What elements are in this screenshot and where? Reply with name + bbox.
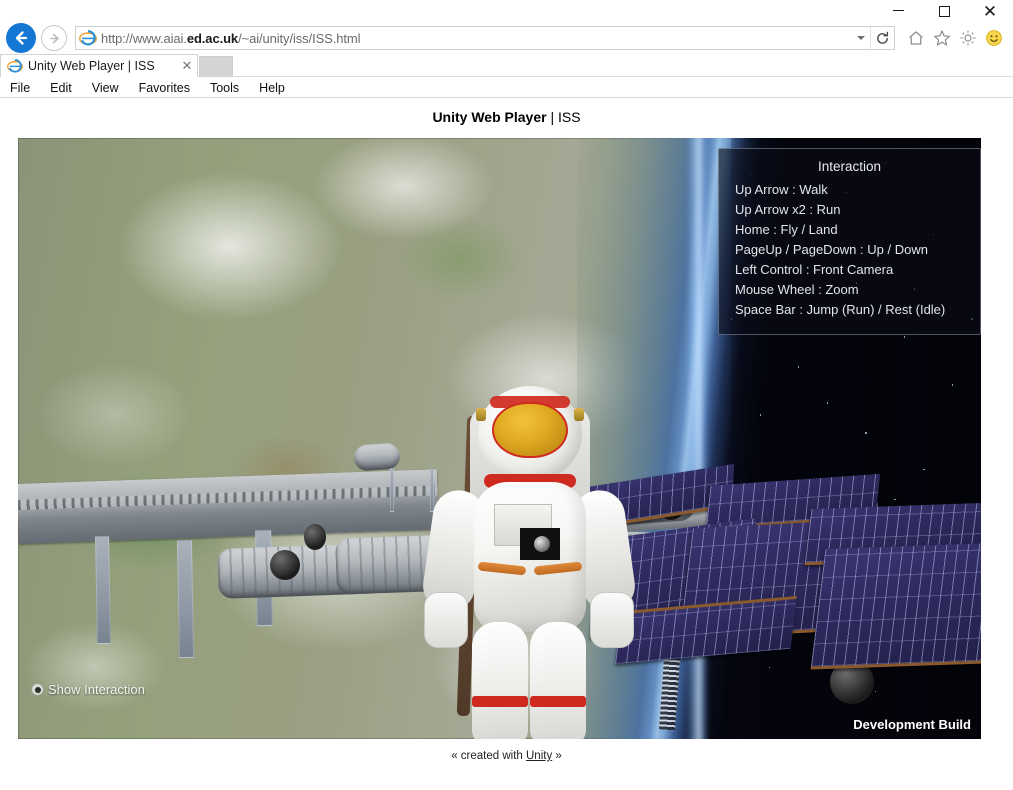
interaction-row-pageup-pagedown: PageUp / PageDown : Up / Down	[735, 242, 928, 257]
interaction-row-up-arrow-x2: Up Arrow x2 : Run	[735, 202, 841, 217]
interaction-row-home: Home : Fly / Land	[735, 222, 838, 237]
close-window-button[interactable]: ✕	[967, 0, 1013, 22]
page-content: Unity Web Player | ISS Interaction Up Ar…	[0, 99, 1013, 790]
credit-suffix: »	[552, 750, 562, 762]
menu-item-help[interactable]: Help	[249, 78, 295, 98]
unity-web-player-canvas[interactable]: Interaction Up Arrow : Walk Up Arrow x2 …	[18, 138, 981, 739]
show-interaction-label: Show Interaction	[48, 682, 145, 697]
radio-button-icon[interactable]	[31, 683, 44, 696]
created-with-unity-credit: « created with Unity »	[0, 750, 1013, 762]
astronaut-right-glove	[590, 592, 634, 648]
interaction-row-mouse-wheel: Mouse Wheel : Zoom	[735, 282, 859, 297]
new-tab-button[interactable]	[199, 56, 233, 77]
show-interaction-toggle[interactable]: Show Interaction	[31, 682, 145, 697]
menu-item-tools[interactable]: Tools	[200, 78, 249, 98]
navigation-bar: http://www.aiai.ed.ac.uk/~ai/unity/iss/I…	[0, 22, 1013, 54]
maximize-button[interactable]	[921, 0, 967, 22]
astronaut-right-leg-band	[530, 696, 586, 707]
interaction-row-up-arrow: Up Arrow : Walk	[735, 182, 828, 197]
astronaut-chest-camera	[520, 528, 560, 560]
gear-icon[interactable]	[955, 25, 981, 51]
window-controls: ✕	[875, 0, 1013, 22]
forward-arrow-icon[interactable]	[41, 25, 67, 51]
refresh-icon[interactable]	[870, 27, 894, 49]
development-build-watermark: Development Build	[853, 717, 971, 732]
interaction-row-space-bar: Space Bar : Jump (Run) / Rest (Idle)	[735, 302, 946, 317]
address-bar[interactable]: http://www.aiai.ed.ac.uk/~ai/unity/iss/I…	[75, 26, 895, 50]
menu-item-view[interactable]: View	[82, 78, 129, 98]
smiley-face-icon[interactable]	[981, 25, 1007, 51]
helmet-latch-left	[476, 408, 486, 421]
ie-logo-icon	[7, 58, 23, 74]
page-title: Unity Web Player | ISS	[0, 109, 1013, 125]
credit-prefix: « created with	[451, 750, 526, 762]
astronaut-gold-visor	[492, 402, 568, 458]
astronaut-right-leg	[530, 622, 586, 739]
interaction-panel-title: Interaction	[817, 159, 882, 174]
astronaut-left-leg-band	[472, 696, 528, 707]
tab-strip: Unity Web Player | ISS ✕	[0, 54, 1013, 77]
ie-logo-icon	[79, 29, 97, 47]
close-tab-button[interactable]: ✕	[177, 56, 197, 76]
interaction-help-panel: Interaction Up Arrow : Walk Up Arrow x2 …	[718, 148, 981, 335]
back-arrow-icon[interactable]	[6, 23, 36, 53]
unity-link[interactable]: Unity	[526, 750, 552, 762]
menu-item-edit[interactable]: Edit	[40, 78, 82, 98]
astronaut-left-glove	[424, 592, 468, 648]
tab-title: Unity Web Player | ISS	[28, 59, 155, 73]
page-title-bold: Unity Web Player	[432, 109, 547, 125]
minimize-button[interactable]	[875, 0, 921, 22]
window-title-bar: ✕	[0, 0, 1013, 22]
chevron-down-icon[interactable]	[852, 36, 870, 40]
home-icon[interactable]	[903, 25, 929, 51]
menu-item-file[interactable]: File	[0, 78, 40, 98]
browser-tab[interactable]: Unity Web Player | ISS ✕	[0, 54, 198, 77]
helmet-latch-right	[574, 408, 584, 421]
page-title-rest: | ISS	[546, 109, 581, 125]
menu-item-favorites[interactable]: Favorites	[129, 78, 200, 98]
astronaut-left-leg	[472, 622, 528, 739]
interaction-row-left-control: Left Control : Front Camera	[735, 262, 894, 277]
url-text: http://www.aiai.ed.ac.uk/~ai/unity/iss/I…	[101, 30, 361, 46]
menu-bar: File Edit View Favorites Tools Help	[0, 78, 1013, 98]
favorites-star-icon[interactable]	[929, 25, 955, 51]
astronaut-avatar	[419, 386, 639, 739]
browser-toolbar-icons	[895, 25, 1013, 51]
